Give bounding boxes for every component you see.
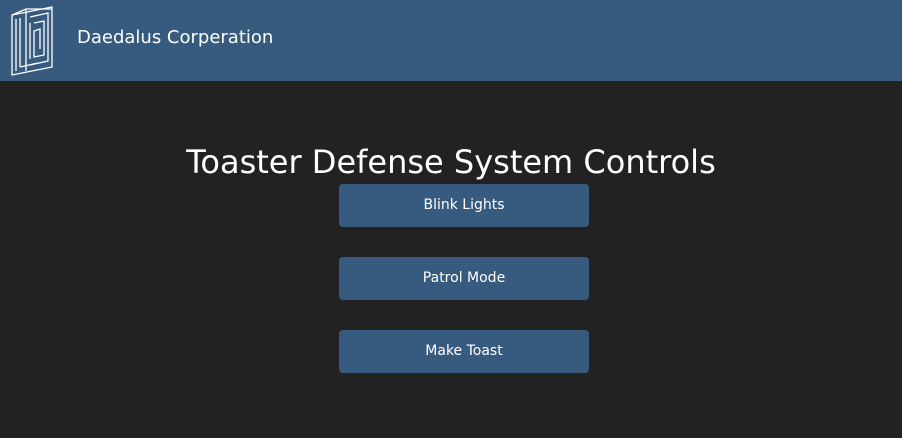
maze-logo-icon[interactable] <box>8 5 58 77</box>
brand-name[interactable]: Daedalus Corperation <box>77 26 273 50</box>
patrol-mode-button[interactable]: Patrol Mode <box>339 257 589 300</box>
page-title: Toaster Defense System Controls <box>186 143 716 182</box>
blink-lights-button[interactable]: Blink Lights <box>339 184 589 227</box>
navbar: Daedalus Corperation <box>0 0 902 81</box>
main-content: Toaster Defense System Controls Blink Li… <box>0 81 902 438</box>
make-toast-button[interactable]: Make Toast <box>339 330 589 373</box>
